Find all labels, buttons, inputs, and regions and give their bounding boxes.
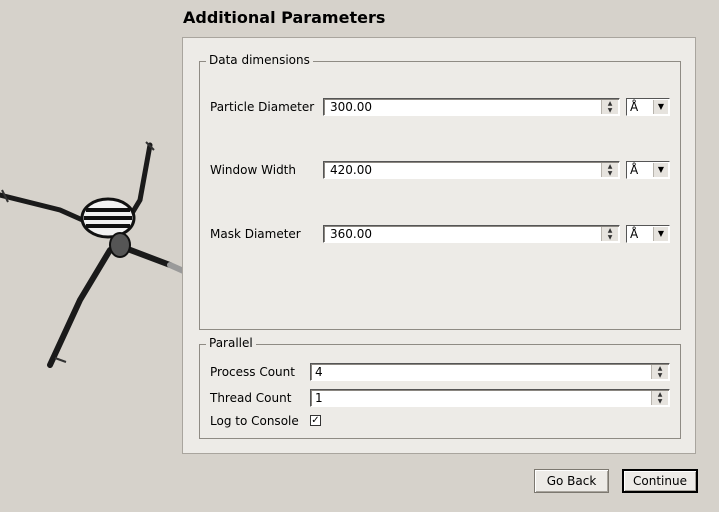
spin-down-icon[interactable]: ▼	[602, 107, 618, 114]
log-to-console-checkbox[interactable]: ✓	[310, 415, 321, 426]
particle-diameter-label: Particle Diameter	[210, 100, 315, 114]
data-dimensions-legend: Data dimensions	[206, 53, 313, 67]
particle-diameter-stepper[interactable]: ▲ ▼	[601, 100, 618, 114]
go-back-button[interactable]: Go Back	[534, 469, 609, 493]
process-count-label: Process Count	[210, 365, 295, 379]
window-width-spinbox[interactable]: 420.00 ▲ ▼	[323, 161, 620, 179]
window-width-value: 420.00	[330, 163, 372, 177]
data-dimensions-group: Data dimensions Particle Diameter 300.00…	[199, 53, 681, 330]
parallel-legend: Parallel	[206, 336, 256, 350]
log-to-console-label: Log to Console	[210, 414, 299, 428]
page-title: Additional Parameters	[183, 8, 386, 27]
particle-diameter-value: 300.00	[330, 100, 372, 114]
spin-up-icon[interactable]: ▲	[652, 391, 668, 398]
thread-count-spinbox[interactable]: 1 ▲ ▼	[310, 389, 670, 407]
window-width-label: Window Width	[210, 163, 296, 177]
process-count-stepper[interactable]: ▲ ▼	[651, 365, 668, 379]
window-width-unit-select[interactable]: Å ▼	[626, 161, 670, 179]
window-width-unit: Å	[630, 163, 639, 177]
parameters-panel: Data dimensions Particle Diameter 300.00…	[182, 37, 696, 454]
spin-up-icon[interactable]: ▲	[602, 227, 618, 234]
chevron-down-icon[interactable]: ▼	[653, 100, 668, 114]
thread-count-value: 1	[315, 391, 323, 405]
spin-down-icon[interactable]: ▼	[602, 170, 618, 177]
process-count-value: 4	[315, 365, 323, 379]
chevron-down-icon[interactable]: ▼	[653, 163, 668, 177]
thread-count-label: Thread Count	[210, 391, 292, 405]
parallel-group: Parallel Process Count 4 ▲ ▼ Thread Coun…	[199, 336, 681, 439]
process-count-spinbox[interactable]: 4 ▲ ▼	[310, 363, 670, 381]
spin-up-icon[interactable]: ▲	[602, 163, 618, 170]
spin-down-icon[interactable]: ▼	[652, 398, 668, 405]
spin-down-icon[interactable]: ▼	[652, 372, 668, 379]
mask-diameter-unit-select[interactable]: Å ▼	[626, 225, 670, 243]
mask-diameter-label: Mask Diameter	[210, 227, 301, 241]
mask-diameter-stepper[interactable]: ▲ ▼	[601, 227, 618, 241]
spin-up-icon[interactable]: ▲	[652, 365, 668, 372]
spin-down-icon[interactable]: ▼	[602, 234, 618, 241]
mask-diameter-unit: Å	[630, 227, 639, 241]
mask-diameter-spinbox[interactable]: 360.00 ▲ ▼	[323, 225, 620, 243]
window-width-stepper[interactable]: ▲ ▼	[601, 163, 618, 177]
continue-button[interactable]: Continue	[622, 469, 698, 493]
spin-up-icon[interactable]: ▲	[602, 100, 618, 107]
chevron-down-icon[interactable]: ▼	[653, 227, 668, 241]
particle-diameter-spinbox[interactable]: 300.00 ▲ ▼	[323, 98, 620, 116]
mask-diameter-value: 360.00	[330, 227, 372, 241]
thread-count-stepper[interactable]: ▲ ▼	[651, 391, 668, 405]
particle-diameter-unit: Å	[630, 100, 639, 114]
particle-diameter-unit-select[interactable]: Å ▼	[626, 98, 670, 116]
